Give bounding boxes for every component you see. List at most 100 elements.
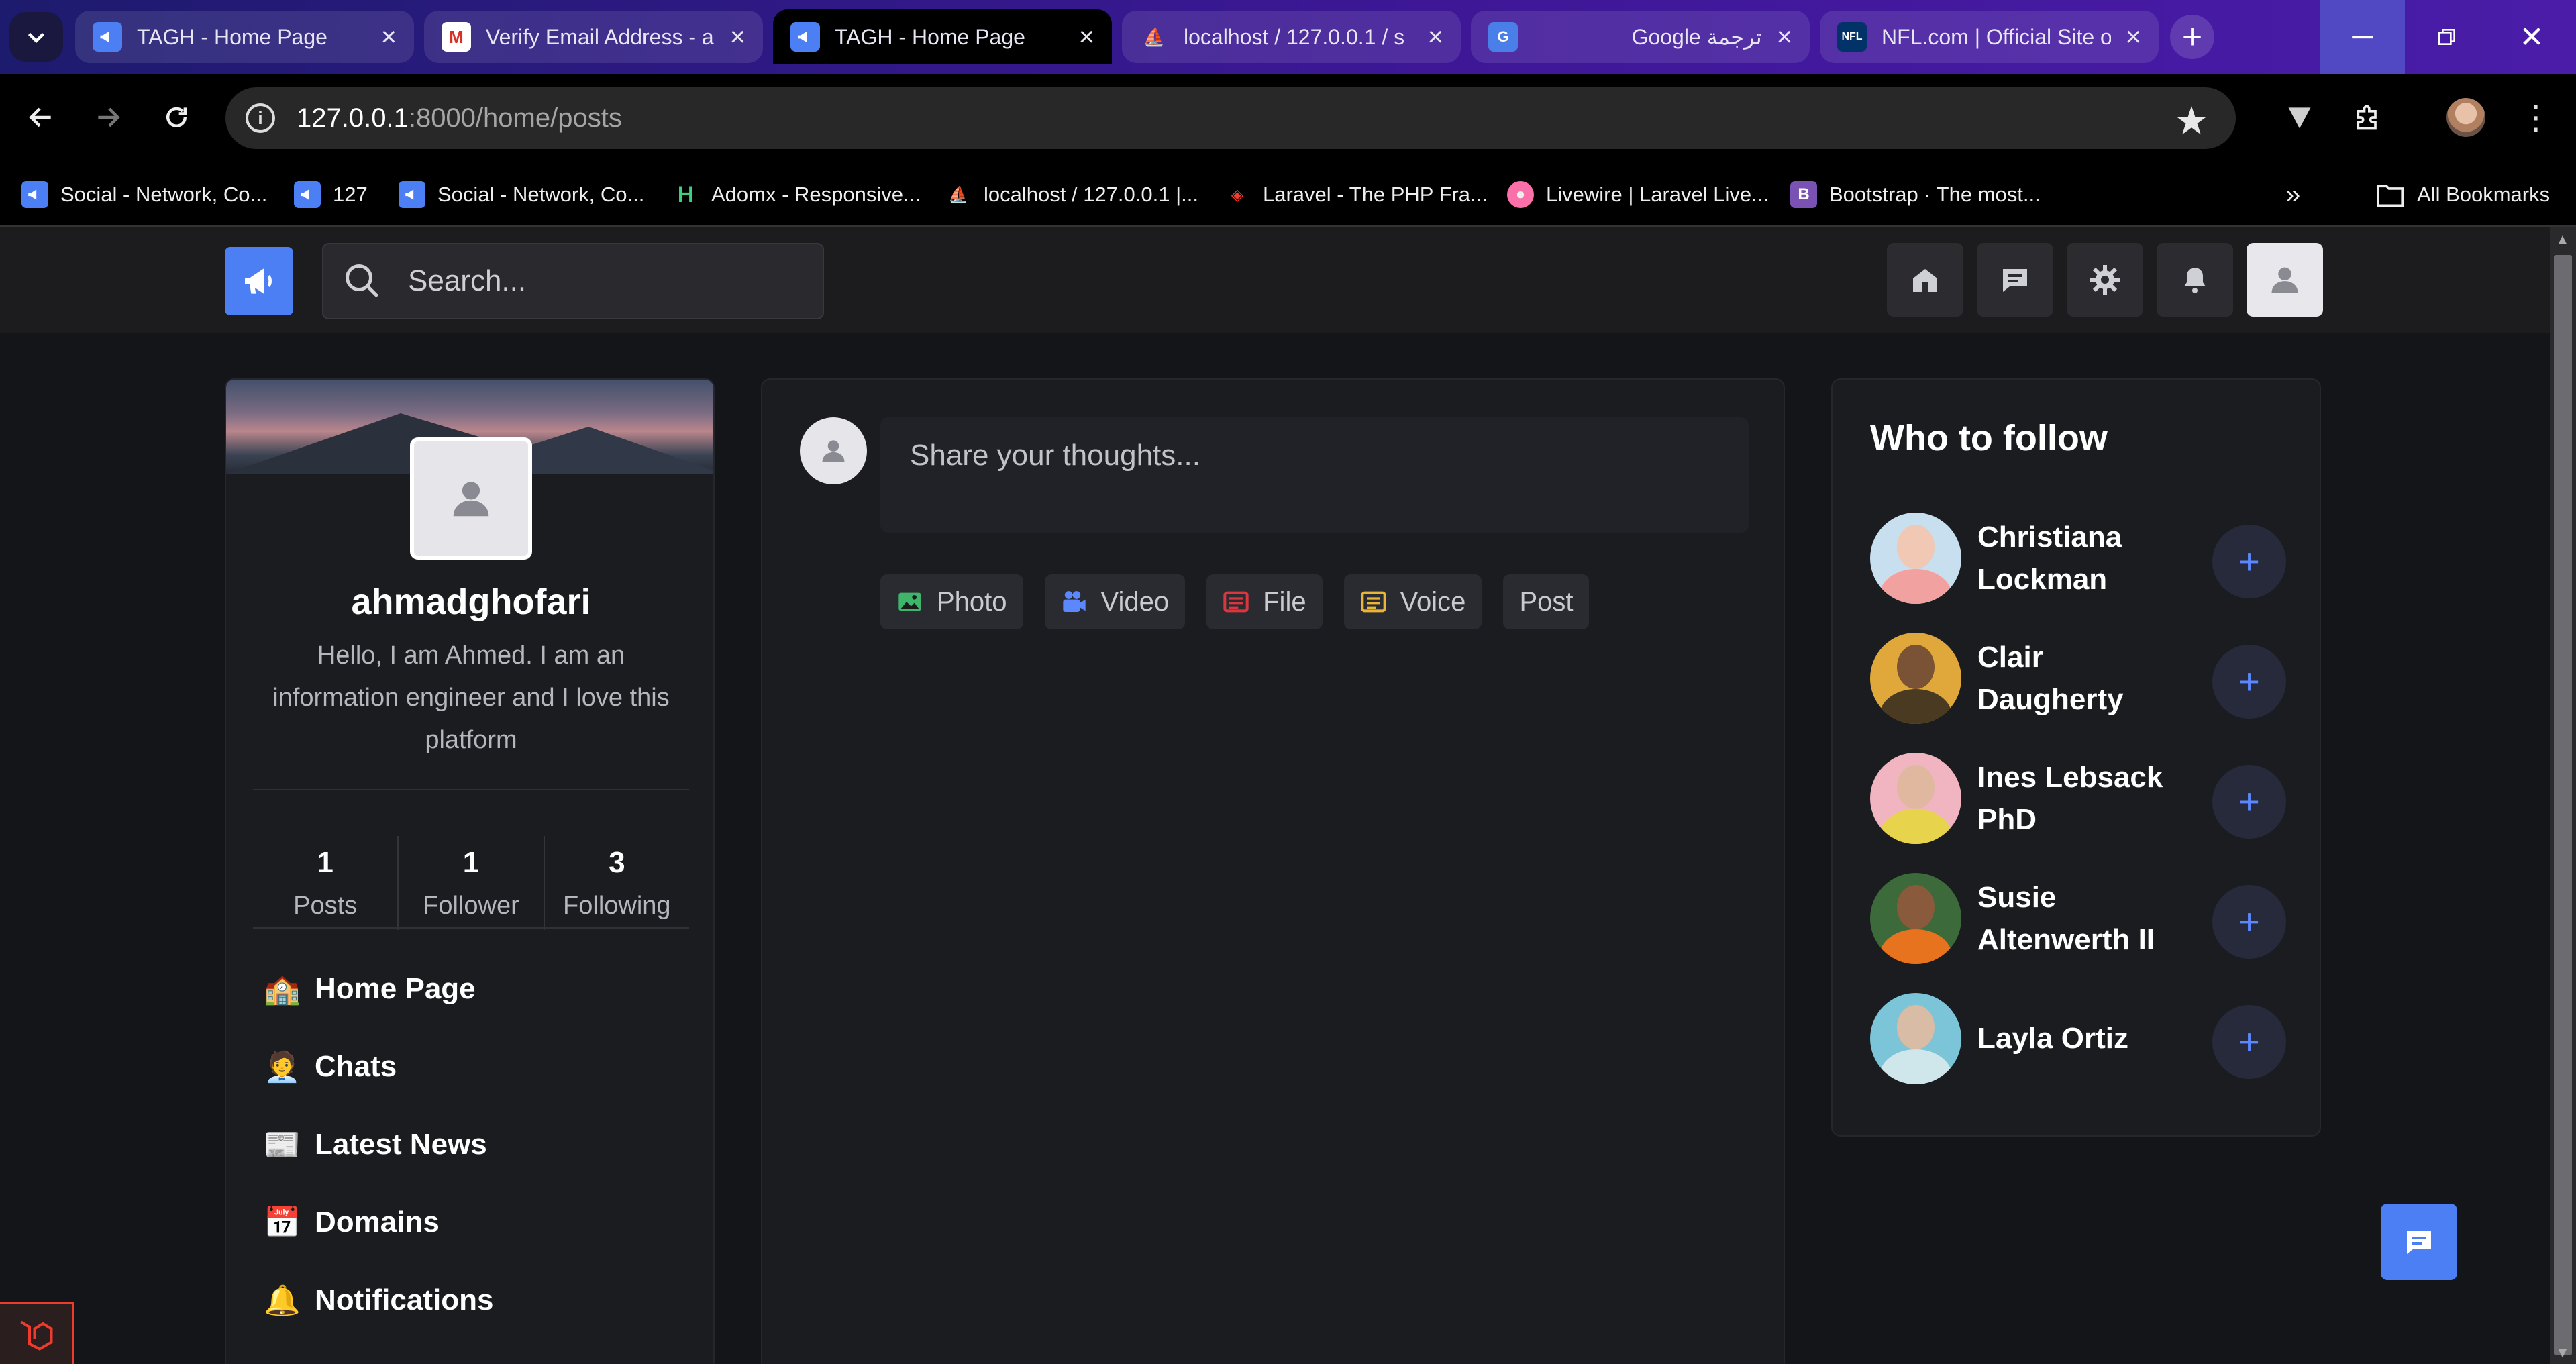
browser-tab[interactable]: NFL NFL.com | Official Site o × — [1820, 11, 2159, 63]
search-input[interactable] — [408, 264, 811, 298]
stat-following[interactable]: 3 Following — [545, 836, 689, 930]
avatar[interactable] — [1870, 512, 1961, 604]
bookmark-item[interactable]: 127 — [294, 176, 368, 213]
floating-chat-button[interactable] — [2381, 1204, 2457, 1280]
back-button[interactable] — [17, 94, 64, 141]
forward-button[interactable] — [85, 94, 132, 141]
close-icon[interactable]: × — [1428, 23, 1443, 50]
all-bookmarks-button[interactable]: All Bookmarks — [2375, 176, 2550, 213]
browser-tab[interactable]: M Verify Email Address - a × — [424, 11, 763, 63]
bell-icon: 🔔 — [264, 1284, 301, 1317]
bookmark-item[interactable]: ⛵ localhost / 127.0.0.1 |... — [945, 176, 1198, 213]
sidebar-item-label: Notifications — [315, 1283, 494, 1316]
photo-button[interactable]: Photo — [880, 574, 1023, 629]
composer-actions: Photo Video File Voice Post — [880, 574, 1590, 629]
minimize-button[interactable]: ─ — [2320, 0, 2405, 74]
scroll-up-icon[interactable]: ▲ — [2555, 231, 2570, 248]
follow-button[interactable]: + — [2212, 1005, 2286, 1079]
file-button[interactable]: File — [1206, 574, 1323, 629]
close-window-button[interactable]: ✕ — [2489, 0, 2574, 74]
profile-avatar-icon[interactable] — [2442, 94, 2489, 141]
bookmark-item[interactable]: H Adomx - Responsive... — [672, 176, 921, 213]
messages-button[interactable] — [1977, 243, 2053, 317]
bookmark-item[interactable]: ◈ Laravel - The PHP Fra... — [1224, 176, 1488, 213]
follow-button[interactable]: + — [2212, 765, 2286, 839]
post-textarea[interactable] — [880, 417, 1749, 533]
stat-followers[interactable]: 1 Follower — [399, 836, 545, 930]
stat-value: 1 — [462, 845, 480, 879]
bookmark-item[interactable]: B Bootstrap · The most... — [1790, 176, 2041, 213]
info-icon[interactable]: i — [246, 103, 275, 133]
video-button[interactable]: Video — [1044, 574, 1186, 629]
browser-tab-active[interactable]: TAGH - Home Page × — [773, 9, 1112, 64]
stat-posts[interactable]: 1 Posts — [253, 836, 399, 930]
tab-search-button[interactable] — [9, 12, 63, 62]
browser-tab[interactable]: G Google ترجمة × — [1471, 11, 1810, 63]
extensions-puzzle-icon[interactable] — [2345, 94, 2391, 141]
close-icon[interactable]: × — [1079, 23, 1094, 50]
action-label: Voice — [1400, 586, 1466, 617]
follow-button[interactable]: + — [2212, 645, 2286, 719]
avatar[interactable] — [1870, 632, 1961, 724]
profile-avatar[interactable] — [410, 437, 532, 560]
address-bar[interactable]: i 127.0.0.1:8000/home/posts ★ — [225, 87, 2236, 149]
reload-button[interactable] — [153, 94, 200, 141]
page-scrollbar[interactable]: ▲ ▼ — [2550, 227, 2576, 1364]
close-icon[interactable]: × — [381, 23, 397, 50]
sidebar-item-home[interactable]: 🏫 Home Page — [264, 950, 680, 1028]
post-submit-button[interactable]: Post — [1503, 574, 1590, 629]
bookmark-item[interactable]: ● Livewire | Laravel Live... — [1507, 176, 1769, 213]
suggestion-name[interactable]: Layla Ortiz — [1977, 1017, 2192, 1059]
all-bookmarks-label: All Bookmarks — [2417, 182, 2551, 206]
browser-tab[interactable]: ⛵ localhost / 127.0.0.1 / s × — [1122, 11, 1461, 63]
sidebar-item-domains[interactable]: 📅 Domains — [264, 1184, 680, 1261]
action-label: Post — [1519, 586, 1574, 617]
avatar[interactable] — [1870, 872, 1961, 964]
folder-icon — [2377, 185, 2404, 207]
who-to-follow-title: Who to follow — [1870, 418, 2108, 458]
home-button[interactable] — [1887, 243, 1963, 317]
close-icon[interactable]: × — [1777, 23, 1792, 50]
suggestion-name[interactable]: Ines Lebsack PhD — [1977, 756, 2192, 841]
scroll-thumb[interactable] — [2554, 255, 2572, 1355]
browser-tab[interactable]: TAGH - Home Page × — [75, 11, 414, 63]
bookmark-item[interactable]: Social - Network, Co... — [399, 176, 644, 213]
settings-button[interactable] — [2067, 243, 2143, 317]
app-logo[interactable] — [225, 247, 293, 315]
sidebar-item-latest-news[interactable]: 📰 Latest News — [264, 1106, 680, 1184]
laravel-debugbar-badge[interactable] — [0, 1302, 74, 1364]
extension-vivaldi-icon[interactable] — [2276, 94, 2323, 141]
follow-button[interactable]: + — [2212, 885, 2286, 959]
bookmark-item[interactable]: Social - Network, Co... — [21, 176, 267, 213]
new-tab-button[interactable]: + — [2170, 15, 2214, 59]
adomx-icon: H — [677, 181, 694, 207]
kebab-menu-icon[interactable]: ⋮ — [2512, 94, 2559, 141]
suggestion-name[interactable]: Christiana Lockman — [1977, 516, 2192, 600]
tab-title: localhost / 127.0.0.1 / s — [1184, 24, 1405, 49]
suggestion-name[interactable]: Susie Altenwerth II — [1977, 876, 2192, 961]
more-bookmarks-chevron-icon[interactable]: » — [2285, 176, 2300, 213]
stat-label: Following — [563, 891, 671, 920]
avatar[interactable] — [1870, 752, 1961, 844]
follow-button[interactable]: + — [2212, 525, 2286, 598]
stat-label: Follower — [423, 891, 519, 920]
user-menu-button[interactable] — [2247, 243, 2323, 317]
avatar[interactable] — [1870, 992, 1961, 1084]
scroll-down-icon[interactable]: ▼ — [2555, 1344, 2570, 1361]
bookmark-label: Bootstrap · The most... — [1829, 182, 2041, 206]
sidebar-item-chats[interactable]: 🧑‍💼 Chats — [264, 1028, 680, 1106]
suggestion-name[interactable]: Clair Daugherty — [1977, 636, 2192, 721]
person-icon: 🧑‍💼 — [264, 1051, 301, 1084]
bookmark-star-icon[interactable]: ★ — [2174, 98, 2209, 144]
restore-button[interactable] — [2405, 0, 2489, 74]
notifications-button[interactable] — [2157, 243, 2233, 317]
bookmark-label: Laravel - The PHP Fra... — [1263, 182, 1488, 206]
close-icon[interactable]: × — [2126, 23, 2141, 50]
divider — [253, 789, 689, 790]
tagh-logo-icon — [790, 22, 820, 52]
sidebar-item-notifications[interactable]: 🔔 Notifications — [264, 1261, 680, 1339]
browser-tab-strip: TAGH - Home Page × M Verify Email Addres… — [0, 0, 2576, 74]
close-icon[interactable]: × — [730, 23, 745, 50]
search-box[interactable] — [322, 243, 824, 319]
voice-button[interactable]: Voice — [1343, 574, 1482, 629]
